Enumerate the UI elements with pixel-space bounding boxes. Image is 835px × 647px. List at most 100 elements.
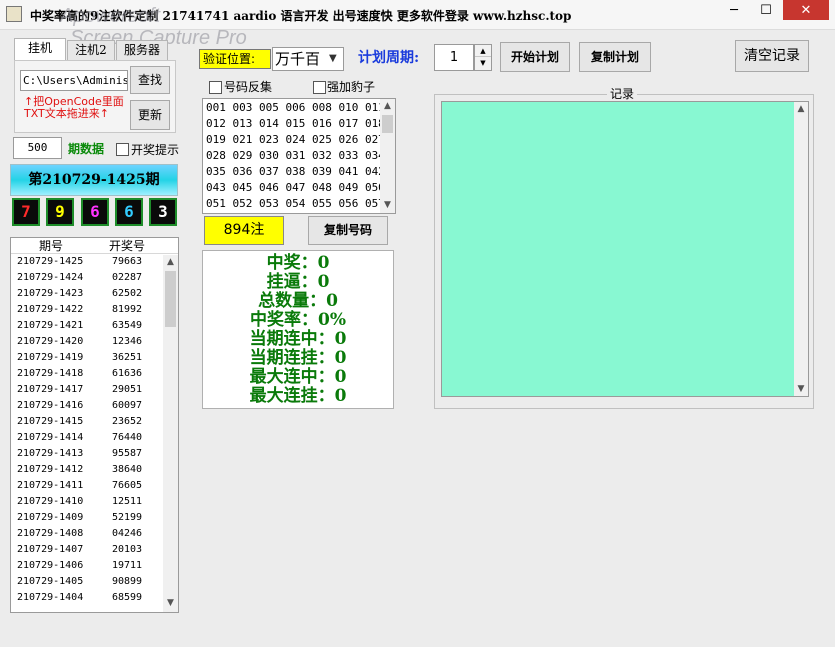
minimize-icon[interactable]: ─ [716,0,752,22]
row-period: 210729-1405 [17,576,84,587]
app-icon [6,6,22,22]
copy-numbers-button[interactable]: 复制号码 [308,216,388,245]
maximize-icon[interactable]: ☐ [752,0,780,22]
row-period: 210729-1404 [17,592,84,603]
tab-hangup[interactable]: 挂机 [14,38,66,61]
table-row[interactable]: 210729-1420 12346 [11,334,178,350]
header-number: 开奖号 [108,239,145,253]
scroll-thumb[interactable] [165,271,176,327]
row-number: 76605 [111,480,143,491]
update-button[interactable]: 更新 [130,100,170,130]
stat-line: 中奖：0 [266,253,330,273]
force-checkbox[interactable] [313,80,326,94]
record-scroll-up-icon[interactable]: ▲ [794,102,808,116]
numbers-list[interactable]: 001 003 005 006 008 010 011 012 013 014 0… [202,98,396,214]
stepper-down-icon[interactable]: ▼ [475,57,491,69]
draw-alert-label: 开奖提示 [131,143,180,157]
record-scroll-down-icon[interactable]: ▼ [794,382,808,396]
row-period: 210729-1418 [17,368,84,379]
digit-1: 7 [12,198,40,226]
row-period: 210729-1425 [17,256,84,267]
row-period: 210729-1419 [17,352,84,363]
clear-record-button[interactable]: 清空记录 [735,40,809,72]
history-table: 期号 开奖号 210729-1425 79663 210729-1424 02287 2… [10,237,179,613]
table-row[interactable]: 210729-1408 04246 [11,526,178,542]
table-row[interactable]: 210729-1419 36251 [11,350,178,366]
stat-line: 当期连中：0 [249,329,347,349]
search-button[interactable]: 查找 [130,66,170,94]
table-row[interactable]: 210729-1422 81992 [11,302,178,318]
row-period: 210729-1417 [17,384,84,395]
row-number: 12346 [111,336,143,347]
table-row[interactable]: 210729-1407 20103 [11,542,178,558]
force-label: 强加豹子 [327,80,376,94]
table-row[interactable]: 210729-1418 61636 [11,366,178,382]
cycle-input[interactable]: 1 [434,44,474,71]
row-number: 52199 [111,512,143,523]
table-row[interactable]: 210729-1424 02287 [11,270,178,286]
record-textarea[interactable]: ▲ ▼ [441,101,809,397]
number-line: 012 013 014 015 016 017 018 [206,117,385,130]
table-row[interactable]: 210729-1411 76605 [11,478,178,494]
start-plan-button[interactable]: 开始计划 [500,42,570,72]
row-number: 02287 [111,272,143,283]
number-line: 043 045 046 047 048 049 050 [206,181,385,194]
row-period: 210729-1410 [17,496,84,507]
row-number: 38640 [111,464,143,475]
row-number: 62502 [111,288,143,299]
row-number: 29051 [111,384,143,395]
table-row[interactable]: 210729-1425 79663 [11,254,178,270]
numbers-scroll-thumb[interactable] [382,115,393,133]
copy-plan-button[interactable]: 复制计划 [579,42,651,72]
table-row[interactable]: 210729-1423 62502 [11,286,178,302]
scroll-down-icon[interactable]: ▼ [163,596,178,610]
table-row[interactable]: 210729-1409 52199 [11,510,178,526]
drag-hint-line2: TXT文本拖进来↑ [24,107,109,120]
table-row[interactable]: 210729-1413 95587 [11,446,178,462]
number-line: 051 052 053 054 055 056 057 [206,197,385,210]
row-period: 210729-1423 [17,288,84,299]
table-row[interactable]: 210729-1417 29051 [11,382,178,398]
stepper-up-icon[interactable]: ▲ [475,45,491,57]
row-period: 210729-1413 [17,448,84,459]
close-icon[interactable]: ✕ [783,0,829,20]
row-period: 210729-1424 [17,272,84,283]
row-number: 95587 [111,448,143,459]
tab-server[interactable]: 服务器 [116,40,168,60]
record-title: 记录 [607,85,638,102]
row-number: 68599 [111,592,143,603]
table-row[interactable]: 210729-1405 90899 [11,574,178,590]
table-row[interactable]: 210729-1421 63549 [11,318,178,334]
period-count-input[interactable]: 500 [13,137,62,159]
numbers-scrollbar[interactable]: ▲ ▼ [380,99,395,213]
row-number: 90899 [111,576,143,587]
cycle-stepper[interactable]: ▲ ▼ [474,44,492,71]
table-row[interactable]: 210729-1410 12511 [11,494,178,510]
position-select[interactable]: 万千百 ▼ [272,47,344,71]
history-table-header: 期号 开奖号 [11,238,178,254]
chevron-down-icon[interactable]: ▼ [329,48,337,70]
table-row[interactable]: 210729-1412 38640 [11,462,178,478]
record-scrollbar[interactable]: ▲ ▼ [794,102,808,396]
table-row[interactable]: 210729-1416 60097 [11,398,178,414]
stats-panel: 中奖：0 挂逼：0 总数量：0 中奖率：0% 当期连中：0 当期连挂：0 最大连中：0 最大连… [202,250,394,409]
stat-line: 挂逼：0 [266,272,330,292]
reverse-checkbox[interactable] [209,80,222,94]
numbers-scroll-down-icon[interactable]: ▼ [380,198,395,212]
scroll-up-icon[interactable]: ▲ [163,255,178,269]
digit-4: 6 [115,198,143,226]
current-period-text: 第210729-1425期 [28,172,160,188]
row-number: 79663 [111,256,143,267]
numbers-scroll-up-icon[interactable]: ▲ [380,99,395,113]
row-period: 210729-1416 [17,400,84,411]
stat-line: 最大连挂：0 [249,386,347,406]
table-row[interactable]: 210729-1415 23652 [11,414,178,430]
history-scrollbar[interactable]: ▲ ▼ [163,255,178,612]
draw-alert-checkbox[interactable] [116,142,129,156]
tab-note2[interactable]: 注机2 [67,40,115,60]
table-row[interactable]: 210729-1414 76440 [11,430,178,446]
table-row[interactable]: 210729-1406 19711 [11,558,178,574]
table-row[interactable]: 210729-1404 68599 [11,590,178,606]
path-input[interactable]: C:\Users\Administ [20,70,128,91]
row-period: 210729-1420 [17,336,84,347]
